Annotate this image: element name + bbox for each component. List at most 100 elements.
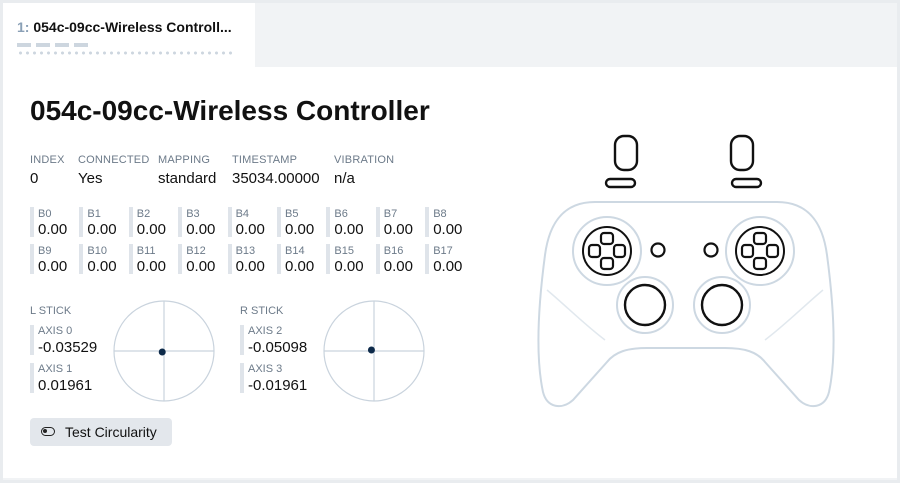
button-value: 0.00 <box>285 258 315 275</box>
info-label: CONNECTED <box>78 154 150 166</box>
info-connected: CONNECTED Yes <box>78 154 149 187</box>
button-value: 0.00 <box>383 258 413 275</box>
button-value: 0.00 <box>334 258 364 275</box>
button-label: B2 <box>136 208 151 220</box>
controller-diagram <box>537 134 835 408</box>
info-value: 35034.00000 <box>232 170 320 187</box>
button-value: 0.00 <box>87 221 117 238</box>
button-cell-b2: B2 0.00 <box>128 207 175 238</box>
button-label: B17 <box>433 245 453 257</box>
left-thumbstick <box>623 283 667 327</box>
button-value: 0.00 <box>38 221 68 238</box>
button-cell-b4: B4 0.00 <box>227 207 274 238</box>
info-vibration: VIBRATION n/a <box>334 154 394 187</box>
start-button <box>703 242 719 258</box>
info-value: standard <box>158 170 217 187</box>
button-cell-b3: B3 0.00 <box>178 207 224 238</box>
axis-label: AXIS 2 <box>248 325 283 337</box>
button-value: 0.00 <box>235 221 265 238</box>
button-cell-b13: B13 0.00 <box>227 244 274 275</box>
button-label: B5 <box>285 208 299 220</box>
info-label: VIBRATION <box>334 154 395 166</box>
button-cell-b11: B11 0.00 <box>128 244 175 275</box>
right-stick-visualizer <box>323 300 425 402</box>
tab-label: 054c-09cc-Wireless Controll... <box>33 19 232 35</box>
button-cell-b15: B15 0.00 <box>326 244 372 275</box>
right-stick-label: R STICK <box>240 305 284 317</box>
axis-0: AXIS 0 -0.03529 <box>30 325 110 356</box>
button-cell-b7: B7 0.00 <box>375 207 422 238</box>
info-timestamp: TIMESTAMP 35034.00000 <box>232 154 320 187</box>
button-value: 0.00 <box>433 258 463 275</box>
button-cell-b12: B12 0.00 <box>178 244 224 275</box>
axis-1: AXIS 1 0.01961 <box>30 363 110 394</box>
button-cell-b6: B6 0.00 <box>326 207 372 238</box>
button-label: B13 <box>235 245 256 257</box>
button-label: B7 <box>383 208 398 220</box>
axis-value: -0.03529 <box>38 339 98 356</box>
button-cell-b14: B14 0.00 <box>277 244 323 275</box>
info-value: n/a <box>334 170 355 187</box>
button-cell-b8: B8 0.00 <box>425 207 471 238</box>
tab-title: 1: 054c-09cc-Wireless Controll... <box>17 19 232 35</box>
button-value: 0.00 <box>87 258 117 275</box>
right-stick-position-dot <box>367 346 375 354</box>
left-stick-position-dot <box>158 348 166 356</box>
button-value: 0.00 <box>38 258 68 275</box>
button-cell-b0: B0 0.00 <box>30 207 76 238</box>
info-index: INDEX 0 <box>30 154 65 187</box>
button-cell-b16: B16 0.00 <box>375 244 422 275</box>
button-label: B15 <box>334 245 354 257</box>
tab-gamepad-1[interactable]: 1: 054c-09cc-Wireless Controll... <box>3 3 255 67</box>
button-value: 0.00 <box>136 221 166 238</box>
button-label: B12 <box>186 245 206 257</box>
button-label: B0 <box>38 208 52 220</box>
axis-2: AXIS 2 -0.05098 <box>240 325 320 356</box>
axis-value: 0.01961 <box>38 377 93 394</box>
button-label: B3 <box>186 208 200 220</box>
select-button <box>650 242 666 258</box>
info-label: MAPPING <box>158 154 211 166</box>
button-label: B4 <box>235 208 250 220</box>
button-value: 0.00 <box>186 221 216 238</box>
info-label: INDEX <box>30 154 65 166</box>
button-label: B11 <box>136 245 156 257</box>
controller-inner-line <box>546 289 824 341</box>
axis-label: AXIS 1 <box>38 363 73 375</box>
left-trigger <box>613 134 639 172</box>
axis-3: AXIS 3 -0.01961 <box>240 363 320 394</box>
button-value: 0.00 <box>433 221 463 238</box>
toggle-icon <box>41 427 55 436</box>
info-mapping: MAPPING standard <box>158 154 216 187</box>
button-label: B9 <box>38 245 52 257</box>
info-value: Yes <box>78 170 103 187</box>
button-value: 0.00 <box>235 258 265 275</box>
button-label: B6 <box>334 208 348 220</box>
page-title: 054c-09cc-Wireless Controller <box>30 95 430 126</box>
axis-label: AXIS 0 <box>38 325 73 337</box>
left-stick-label: L STICK <box>30 305 72 317</box>
button-label: B8 <box>433 208 447 220</box>
button-value: 0.00 <box>383 221 413 238</box>
info-value: 0 <box>30 170 39 187</box>
button-value: 0.00 <box>186 258 216 275</box>
button-label: B10 <box>87 245 107 257</box>
button-value: 0.00 <box>136 258 166 275</box>
tab-placeholder-dots <box>17 51 235 55</box>
left-bumper <box>604 177 637 189</box>
button-cell-b10: B10 0.00 <box>79 244 125 275</box>
right-trigger <box>729 134 755 172</box>
axis-value: -0.01961 <box>248 377 308 394</box>
left-stick-visualizer <box>113 300 215 402</box>
button-value: 0.00 <box>334 221 364 238</box>
button-label: B1 <box>87 208 101 220</box>
test-circularity-label: Test Circularity <box>65 424 157 440</box>
button-cell-b1: B1 0.00 <box>79 207 125 238</box>
button-cell-b17: B17 0.00 <box>425 244 471 275</box>
button-label: B16 <box>383 245 404 257</box>
info-label: TIMESTAMP <box>232 154 298 166</box>
test-circularity-button[interactable]: Test Circularity <box>30 418 172 446</box>
button-label: B14 <box>285 245 305 257</box>
axis-label: AXIS 3 <box>248 363 283 375</box>
right-thumbstick <box>700 283 744 327</box>
